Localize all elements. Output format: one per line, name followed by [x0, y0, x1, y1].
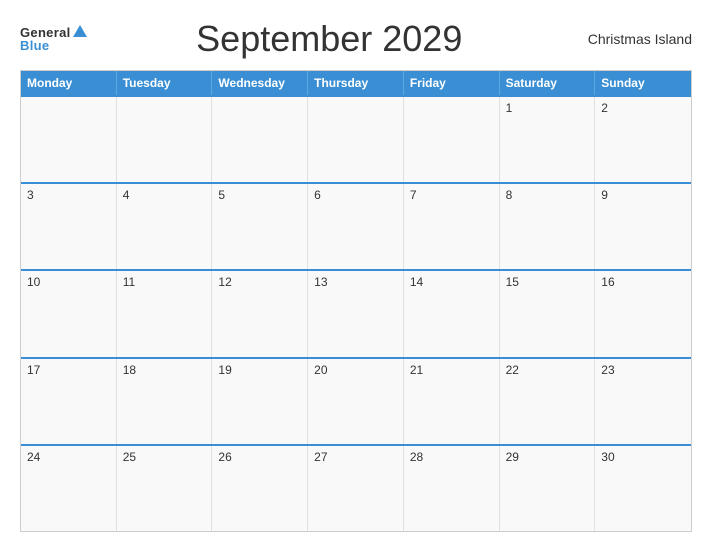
- cal-cell-24: 24: [21, 446, 117, 531]
- header-friday: Friday: [404, 71, 500, 95]
- logo: General Blue: [20, 26, 87, 52]
- cal-cell-14: 14: [404, 271, 500, 356]
- cal-cell-empty: [212, 97, 308, 182]
- calendar-body: 1 2 3 4 5 6 7 8 9 10 11 12 13 14 15 16: [21, 95, 691, 531]
- calendar-row-5: 24 25 26 27 28 29 30: [21, 444, 691, 531]
- header-wednesday: Wednesday: [212, 71, 308, 95]
- header-thursday: Thursday: [308, 71, 404, 95]
- logo-triangle-icon: [73, 25, 87, 37]
- cal-cell-7: 7: [404, 184, 500, 269]
- calendar-row-1: 1 2: [21, 95, 691, 182]
- cal-cell-30: 30: [595, 446, 691, 531]
- page-header: General Blue September 2029 Christmas Is…: [20, 18, 692, 60]
- cal-cell-10: 10: [21, 271, 117, 356]
- cal-cell-6: 6: [308, 184, 404, 269]
- cal-cell-empty: [21, 97, 117, 182]
- cal-cell-25: 25: [117, 446, 213, 531]
- cal-cell-26: 26: [212, 446, 308, 531]
- logo-blue-text: Blue: [20, 39, 49, 52]
- cal-cell-28: 28: [404, 446, 500, 531]
- cal-cell-11: 11: [117, 271, 213, 356]
- cal-cell-23: 23: [595, 359, 691, 444]
- calendar-grid: Monday Tuesday Wednesday Thursday Friday…: [20, 70, 692, 532]
- location-label: Christmas Island: [572, 31, 692, 47]
- cal-cell-19: 19: [212, 359, 308, 444]
- header-tuesday: Tuesday: [117, 71, 213, 95]
- cal-cell-20: 20: [308, 359, 404, 444]
- cal-cell-empty: [404, 97, 500, 182]
- cal-cell-5: 5: [212, 184, 308, 269]
- cal-cell-15: 15: [500, 271, 596, 356]
- calendar-row-3: 10 11 12 13 14 15 16: [21, 269, 691, 356]
- cal-cell-13: 13: [308, 271, 404, 356]
- cal-cell-empty: [308, 97, 404, 182]
- cal-cell-4: 4: [117, 184, 213, 269]
- cal-cell-16: 16: [595, 271, 691, 356]
- cal-cell-18: 18: [117, 359, 213, 444]
- calendar-row-4: 17 18 19 20 21 22 23: [21, 357, 691, 444]
- cal-cell-12: 12: [212, 271, 308, 356]
- cal-cell-2: 2: [595, 97, 691, 182]
- cal-cell-empty: [117, 97, 213, 182]
- cal-cell-1: 1: [500, 97, 596, 182]
- header-monday: Monday: [21, 71, 117, 95]
- cal-cell-3: 3: [21, 184, 117, 269]
- cal-cell-8: 8: [500, 184, 596, 269]
- header-sunday: Sunday: [595, 71, 691, 95]
- cal-cell-17: 17: [21, 359, 117, 444]
- calendar-row-2: 3 4 5 6 7 8 9: [21, 182, 691, 269]
- calendar-page: General Blue September 2029 Christmas Is…: [0, 0, 712, 550]
- cal-cell-21: 21: [404, 359, 500, 444]
- header-saturday: Saturday: [500, 71, 596, 95]
- calendar-header: Monday Tuesday Wednesday Thursday Friday…: [21, 71, 691, 95]
- cal-cell-27: 27: [308, 446, 404, 531]
- cal-cell-9: 9: [595, 184, 691, 269]
- cal-cell-29: 29: [500, 446, 596, 531]
- cal-cell-22: 22: [500, 359, 596, 444]
- page-title: September 2029: [87, 18, 572, 60]
